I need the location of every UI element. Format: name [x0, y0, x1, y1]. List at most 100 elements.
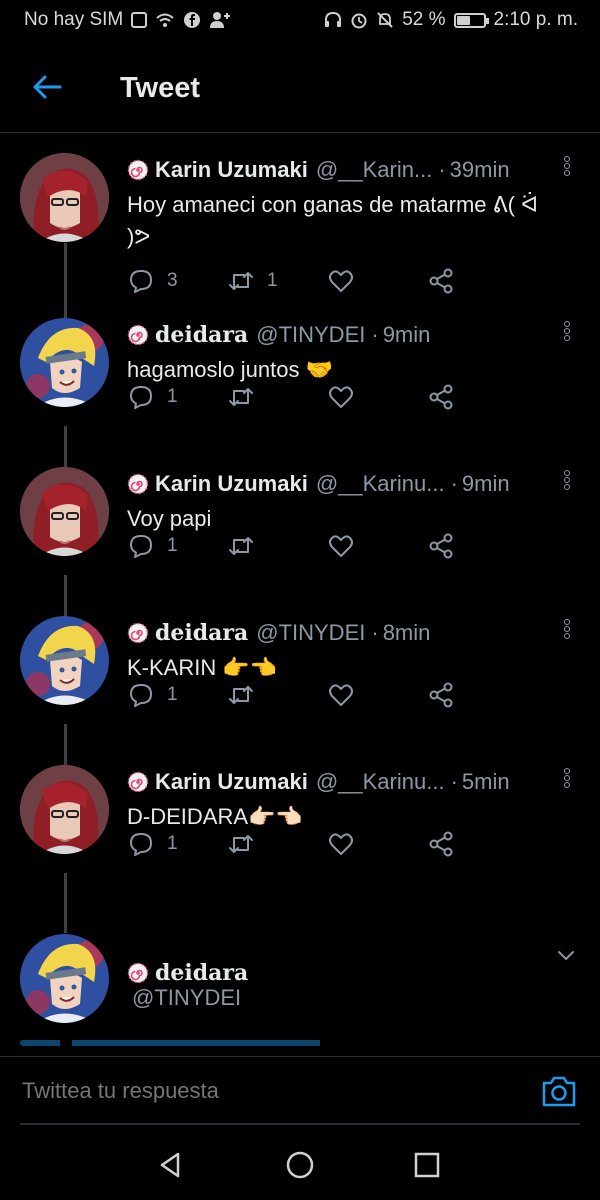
user-handle[interactable]: @TINYDEI [256, 322, 365, 348]
reply-button[interactable]: 1 [127, 829, 227, 859]
timestamp[interactable]: 39min [450, 157, 510, 183]
more-options-icon[interactable] [564, 469, 572, 495]
retweet-button[interactable] [227, 680, 327, 710]
like-button[interactable] [327, 829, 427, 859]
focused-tweet[interactable] [0, 914, 600, 1054]
reply-button[interactable]: 1 [127, 382, 227, 412]
avatar[interactable] [20, 616, 109, 705]
reply-count: 3 [167, 270, 178, 291]
tweet-header: Karin Uzumaki @__Karin... · 39min [127, 155, 547, 185]
clock: 2:10 p. m. [493, 9, 579, 30]
retweet-icon [229, 686, 253, 704]
retweet-button[interactable]: 1 [227, 266, 327, 296]
retweet-button[interactable] [227, 382, 327, 412]
display-name[interactable]: deidara [155, 620, 248, 646]
reply-icon [130, 386, 152, 409]
add-contact-icon [210, 12, 231, 28]
tweet-text: Hoy amaneci con ganas de matarme ᕕ( ᐛ )ᕗ [127, 192, 539, 249]
reply-button[interactable]: 1 [127, 531, 227, 561]
display-name[interactable]: Karin Uzumaki [155, 769, 308, 795]
share-button[interactable] [427, 382, 527, 412]
more-options-icon[interactable] [564, 767, 572, 793]
share-icon [429, 831, 453, 857]
nav-home-icon[interactable] [285, 1150, 315, 1180]
user-handle[interactable]: @TINYDEI [256, 620, 365, 646]
retweet-button[interactable] [227, 829, 327, 859]
avatar[interactable] [20, 934, 109, 1023]
avatar[interactable] [20, 765, 109, 854]
share-icon [429, 682, 453, 708]
avatar[interactable] [20, 318, 109, 407]
naruto-swirl-icon [127, 962, 149, 984]
like-button[interactable] [327, 382, 427, 412]
camera-icon[interactable] [540, 1073, 578, 1109]
more-options-icon[interactable] [564, 155, 572, 181]
separator-dot: · [371, 322, 379, 347]
share-button[interactable] [427, 829, 527, 859]
reply-count: 1 [167, 833, 178, 854]
reply-icon [130, 535, 152, 558]
like-button[interactable] [327, 680, 427, 710]
tweet[interactable]: Karin Uzumaki @__Karinu... · 9min Voy pa… [0, 447, 600, 596]
replying-to-line [20, 1040, 440, 1046]
status-left: No hay SIM [24, 9, 231, 31]
reply-button[interactable]: 1 [127, 680, 227, 710]
tweet[interactable]: deidara @TINYDEI · 9min hagamoslo juntos… [0, 298, 600, 447]
nav-recents-icon[interactable] [412, 1150, 442, 1180]
retweet-button[interactable] [227, 531, 327, 561]
timestamp[interactable]: 9min [462, 471, 510, 497]
display-name[interactable]: Karin Uzumaki [155, 157, 308, 183]
share-icon [429, 268, 453, 294]
tweet-actions: 1 [127, 531, 527, 561]
reply-input[interactable] [20, 1077, 504, 1105]
nav-back-icon[interactable] [156, 1150, 186, 1180]
user-handle[interactable]: @__Karinu... [316, 471, 445, 497]
focused-user-handle[interactable]: @TINYDEI [132, 985, 241, 1011]
heart-icon [329, 386, 353, 408]
avatar[interactable] [20, 153, 109, 242]
user-handle[interactable]: @__Karin... [316, 157, 433, 183]
reply-button[interactable]: 3 [127, 266, 227, 296]
chevron-down-icon[interactable] [554, 943, 578, 967]
display-name[interactable]: deidara [155, 960, 248, 986]
more-options-icon[interactable] [564, 618, 572, 644]
carrier-text: No hay SIM [24, 9, 124, 30]
tweet[interactable]: Karin Uzumaki @__Karin... · 39min Hoy am… [0, 133, 600, 298]
share-icon [429, 384, 453, 410]
tweet-actions: 1 [127, 680, 527, 710]
share-button[interactable] [427, 680, 527, 710]
timestamp[interactable]: 8min [383, 620, 431, 646]
timestamp[interactable]: 5min [462, 769, 510, 795]
tweet[interactable]: Karin Uzumaki @__Karinu... · 5min D-DEID… [0, 745, 600, 894]
reply-count: 1 [167, 535, 178, 556]
heart-icon [329, 270, 353, 292]
more-options-icon[interactable] [564, 320, 572, 346]
tweet-actions: 1 [127, 382, 527, 412]
back-arrow-icon[interactable] [30, 70, 64, 104]
reply-icon [130, 684, 152, 707]
status-bar: No hay SIM 52 % 2:10 p. m. [0, 0, 600, 44]
retweet-icon [229, 388, 253, 406]
timestamp[interactable]: 9min [383, 322, 431, 348]
alarm-icon [351, 13, 367, 29]
retweet-icon [229, 835, 253, 853]
display-name[interactable]: deidara [155, 322, 248, 348]
tweet[interactable]: deidara @TINYDEI · 8min K-KARIN 👉👈 1 [0, 596, 600, 745]
share-button[interactable] [427, 266, 527, 296]
page-title: Tweet [120, 72, 201, 104]
avatar[interactable] [20, 467, 109, 556]
share-icon [429, 533, 453, 559]
separator-dot: · [450, 769, 458, 794]
like-button[interactable] [327, 531, 427, 561]
like-button[interactable] [327, 266, 427, 296]
share-button[interactable] [427, 531, 527, 561]
separator-dot: · [450, 471, 458, 496]
tweet-header: deidara @TINYDEI · 9min [127, 320, 547, 350]
display-name[interactable]: Karin Uzumaki [155, 471, 308, 497]
battery-percent: 52 % [402, 9, 446, 30]
user-handle[interactable]: @__Karinu... [316, 769, 445, 795]
naruto-swirl-icon [127, 622, 149, 644]
reply-icon [130, 270, 152, 293]
divider [20, 1123, 580, 1125]
focused-display-name[interactable]: deidara [127, 960, 248, 986]
